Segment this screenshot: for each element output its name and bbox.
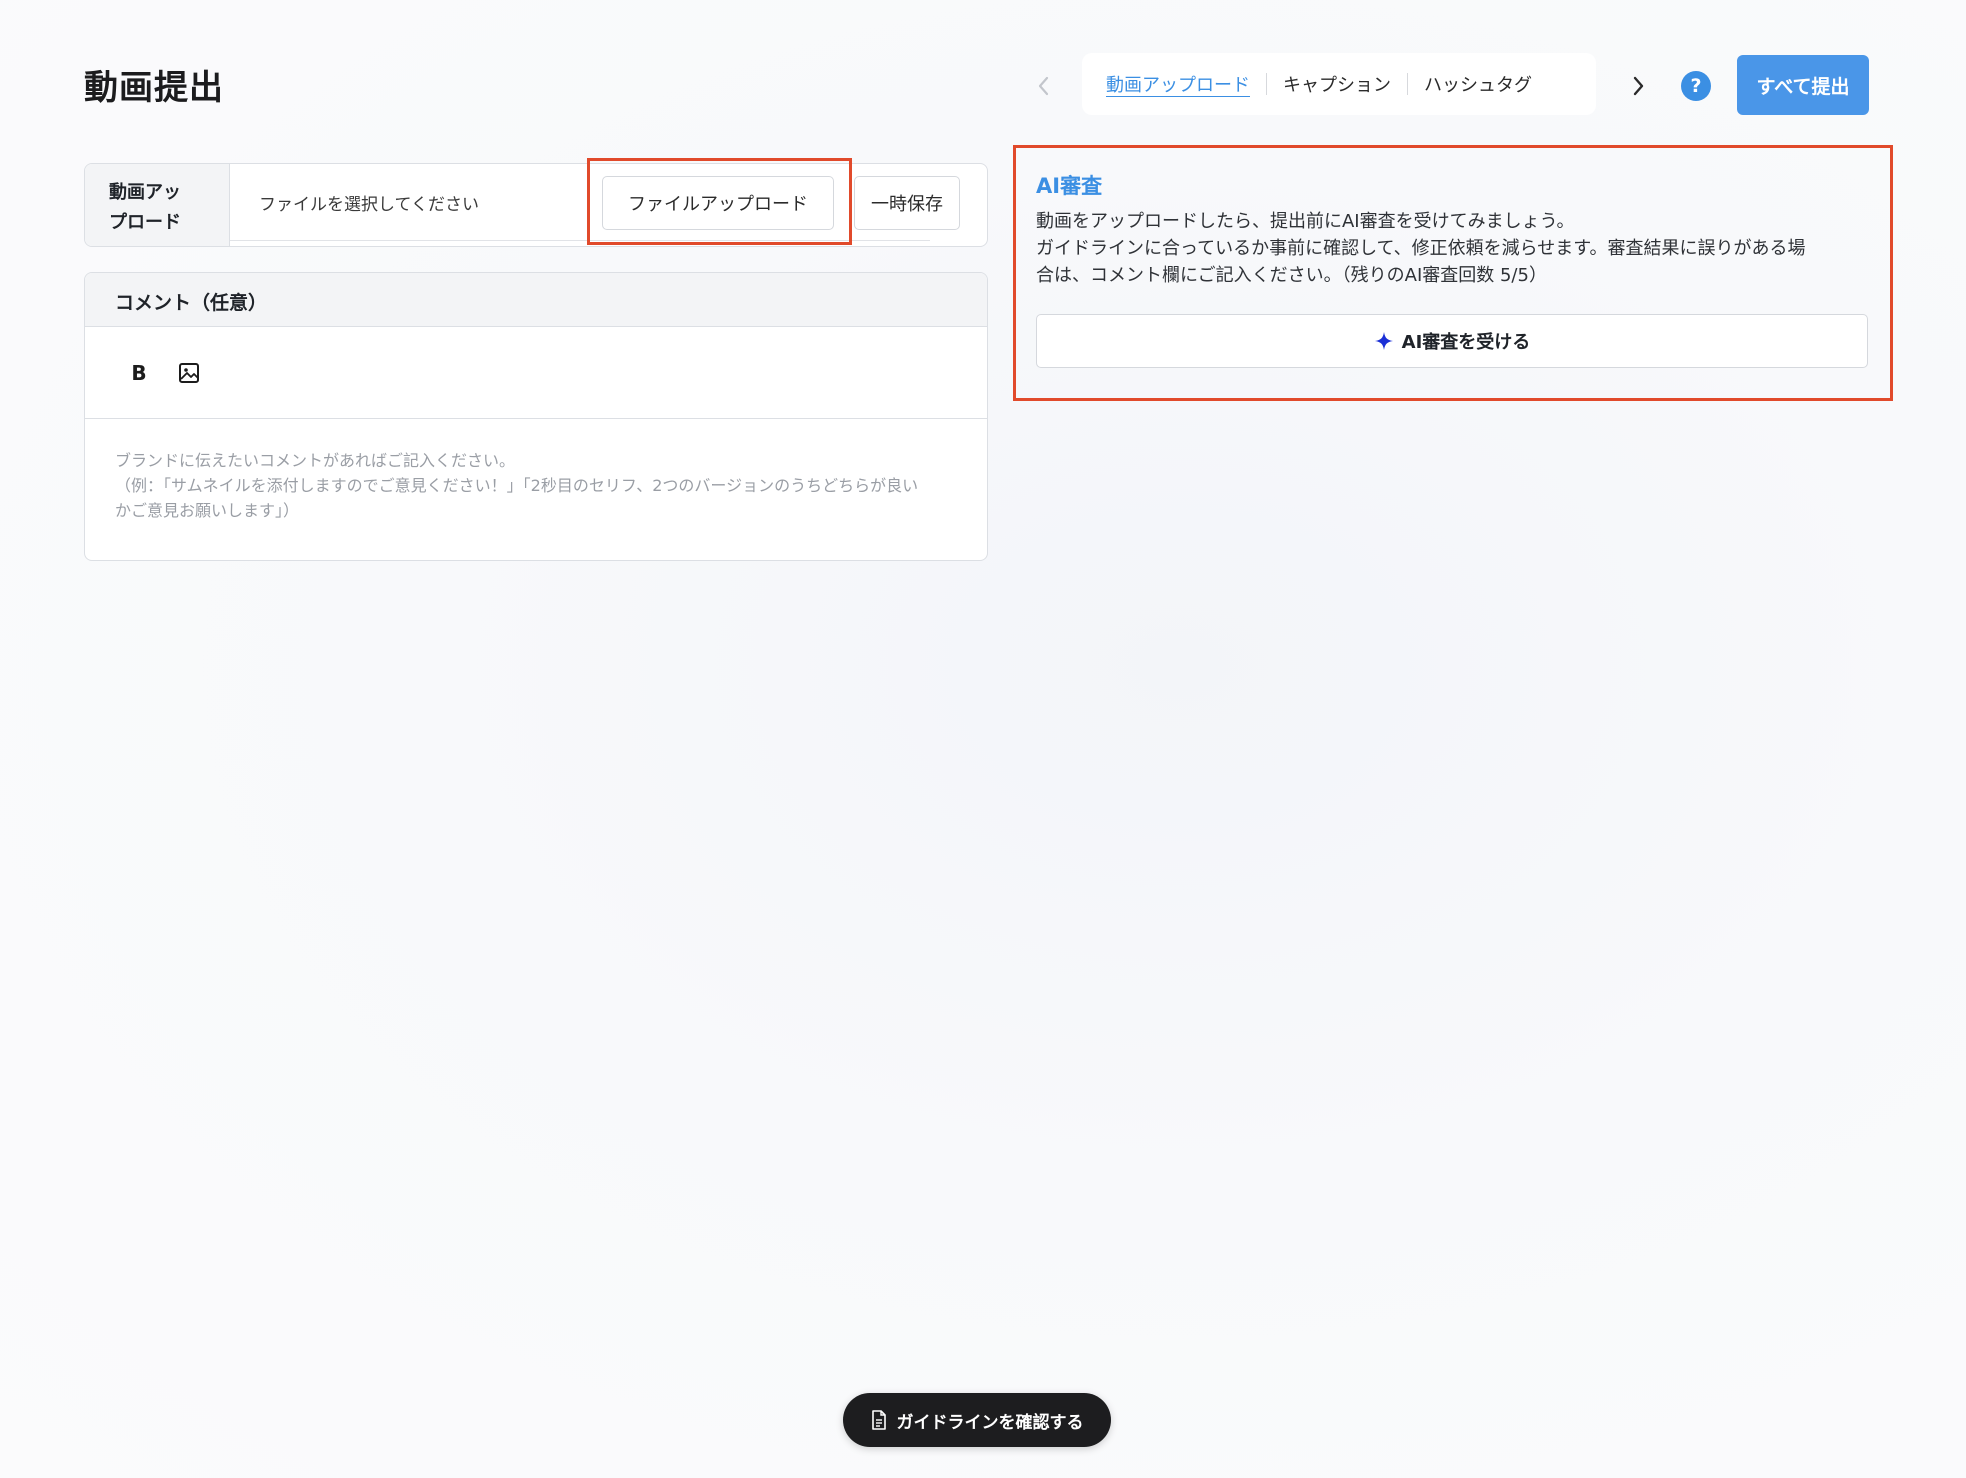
file-placeholder[interactable]: ファイルを選択してください: [259, 190, 479, 215]
help-icon[interactable]: ?: [1681, 71, 1711, 101]
comment-placeholder-line: （例：「サムネイルを添付しますのでご意見ください！」「2秒目のセリフ、2つのバー…: [115, 476, 919, 495]
prev-tab-button[interactable]: [1027, 66, 1059, 106]
page-title: 動画提出: [84, 68, 224, 108]
tab-caption[interactable]: キャプション: [1267, 71, 1407, 97]
insert-image-button[interactable]: [175, 359, 203, 387]
ai-review-button[interactable]: AI審査を受ける: [1036, 314, 1868, 368]
ai-review-description: 動画をアップロードしたら、提出前にAI審査を受けてみましょう。 ガイドラインに合…: [1036, 208, 1876, 289]
ai-review-description-line: 動画をアップロードしたら、提出前にAI審査を受けてみましょう。: [1036, 211, 1575, 232]
comment-placeholder-line: ブランドに伝えたいコメントがあればご記入ください。: [115, 451, 516, 470]
next-tab-button[interactable]: [1623, 66, 1655, 106]
guideline-label: ガイドラインを確認する: [896, 1412, 1084, 1433]
comment-placeholder-line: かご意見お願いします」）: [115, 501, 300, 520]
comment-toolbar: B: [85, 327, 987, 419]
video-upload-label-line2: プロード: [109, 212, 181, 233]
chevron-left-icon: [1038, 76, 1049, 96]
highlight-box: [587, 158, 852, 245]
temp-save-button[interactable]: 一時保存: [854, 176, 960, 230]
tab-hashtag[interactable]: ハッシュタグ: [1408, 71, 1548, 97]
comment-header: コメント（任意）: [85, 273, 987, 327]
chevron-right-icon: [1633, 76, 1644, 96]
bold-button[interactable]: B: [125, 359, 153, 387]
comment-textarea[interactable]: ブランドに伝えたいコメントがあればご記入ください。 （例：「サムネイルを添付しま…: [85, 419, 987, 523]
step-tabs: 動画アップロード キャプション ハッシュタグ: [1082, 53, 1596, 115]
ai-review-description-line: ガイドラインに合っているか事前に確認して、修正依頼を減らせます。審査結果に誤りが…: [1036, 238, 1806, 259]
ai-review-panel: AI審査 動画をアップロードしたら、提出前にAI審査を受けてみましょう。 ガイド…: [1013, 145, 1893, 401]
video-upload-label-line1: 動画アッ: [109, 182, 181, 203]
tab-video-upload[interactable]: 動画アップロード: [1106, 71, 1266, 97]
ai-review-button-label: AI審査を受ける: [1401, 332, 1531, 353]
submit-all-button[interactable]: すべて提出: [1737, 55, 1869, 115]
guideline-button[interactable]: ガイドラインを確認する: [843, 1393, 1111, 1447]
document-icon: [871, 1410, 886, 1430]
video-upload-label: 動画アッ プロード: [85, 164, 230, 246]
image-icon: [179, 362, 199, 383]
comment-card: コメント（任意） B ブランドに伝えたいコメントがあればご記入ください。 （例：…: [84, 272, 988, 561]
sparkle-icon: [1374, 332, 1393, 350]
ai-review-title: AI審査: [1036, 174, 1103, 198]
ai-review-description-line: 合は、コメント欄にご記入ください。（残りのAI審査回数 5/5）: [1036, 265, 1547, 286]
video-upload-card: 動画アッ プロード ファイルを選択してください: [84, 163, 988, 247]
